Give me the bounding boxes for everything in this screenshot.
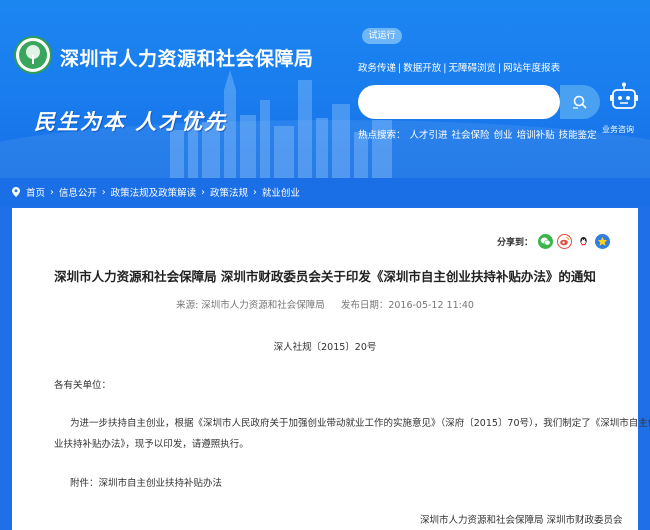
hot-search: 热点搜索： 人才引进 社会保险 创业 培训补贴 技能鉴定: [358, 127, 601, 141]
top-link-open-data[interactable]: 数据开放: [403, 60, 441, 74]
search-icon: [573, 95, 587, 109]
article-title: 深圳市人力资源和社会保障局 深圳市财政委员会关于印发《深圳市自主创业扶持补贴办法…: [54, 269, 596, 284]
attachment-link[interactable]: 附件：深圳市自主创业扶持补贴办法: [70, 475, 222, 489]
search-input[interactable]: [358, 85, 560, 119]
site-title[interactable]: 深圳市人力资源和社会保障局: [60, 44, 314, 71]
hot-item-startup[interactable]: 创业: [494, 130, 513, 141]
hot-item-talent[interactable]: 人才引进: [410, 130, 448, 141]
slogan: 民生为本 人才优先: [34, 109, 228, 134]
bureau-logo[interactable]: [14, 36, 52, 74]
hot-item-skill-appraisal[interactable]: 技能鉴定: [559, 130, 597, 141]
signature: 深圳市人力资源和社会保障局 深圳市财政委员会: [420, 515, 623, 526]
top-link-gov-transmit[interactable]: 政务传递: [358, 60, 396, 74]
salutation: 各有关单位：: [54, 380, 112, 391]
weibo-icon[interactable]: [557, 234, 573, 249]
breadcrumb-separator: ›: [101, 186, 106, 198]
link-separator: |: [398, 63, 402, 74]
body-paragraph-line: 业扶持补贴办法》，现予以印发，请遵照执行。: [54, 439, 249, 450]
qq-icon[interactable]: [576, 234, 592, 249]
wechat-icon[interactable]: [538, 234, 554, 249]
robot-assistant-label[interactable]: 业务咨询: [602, 124, 634, 135]
document-number: 深人社规〔2015〕20号: [273, 342, 377, 353]
breadcrumb-home[interactable]: 首页: [26, 185, 45, 199]
tree-emblem-icon: [19, 41, 47, 69]
location-pin-icon: [12, 187, 20, 197]
robot-assistant-icon[interactable]: [609, 82, 639, 116]
breadcrumb-separator: ›: [253, 186, 257, 198]
search-button[interactable]: [560, 85, 600, 119]
top-links: 政务传递 | 数据开放 | 无障碍浏览 | 网站年度报表: [358, 60, 560, 74]
article-meta: 来源: 深圳市人力资源和社会保障局 发布日期：2016-05-12 11:40: [12, 297, 638, 311]
share-bar: 分享到：: [497, 234, 614, 249]
top-link-accessibility[interactable]: 无障碍浏览: [448, 60, 496, 74]
breadcrumb-separator: ›: [50, 186, 54, 198]
article-date: 发布日期：2016-05-12 11:40: [340, 300, 474, 311]
hot-item-training-subsidy[interactable]: 培训补贴: [517, 130, 555, 141]
link-separator: |: [443, 63, 447, 74]
breadcrumb-policy-regulations[interactable]: 政策法规: [210, 185, 248, 199]
link-separator: |: [497, 63, 502, 74]
hot-item-social-insurance[interactable]: 社会保险: [452, 130, 490, 141]
breadcrumb: 首页 › 信息公开 › 政策法规及政策解读 › 政策法规 › 就业创业: [12, 185, 300, 199]
qzone-icon[interactable]: [595, 234, 611, 249]
breadcrumb-employment[interactable]: 就业创业: [262, 185, 300, 199]
article-source: 来源: 深圳市人力资源和社会保障局: [176, 300, 325, 311]
breadcrumb-separator: ›: [201, 186, 205, 198]
hot-search-label: 热点搜索：: [358, 130, 406, 141]
share-label: 分享到：: [497, 238, 534, 248]
top-link-annual-report[interactable]: 网站年度报表: [503, 60, 560, 74]
trial-badge[interactable]: 试运行: [362, 28, 402, 44]
breadcrumb-info-disclosure[interactable]: 信息公开: [59, 185, 97, 199]
breadcrumb-policy-interpretation[interactable]: 政策法规及政策解读: [111, 185, 197, 199]
body-paragraph-line: 为进一步扶持自主创业，根据《深圳市人民政府关于加强创业带动就业工作的实施意见》（…: [70, 418, 650, 429]
